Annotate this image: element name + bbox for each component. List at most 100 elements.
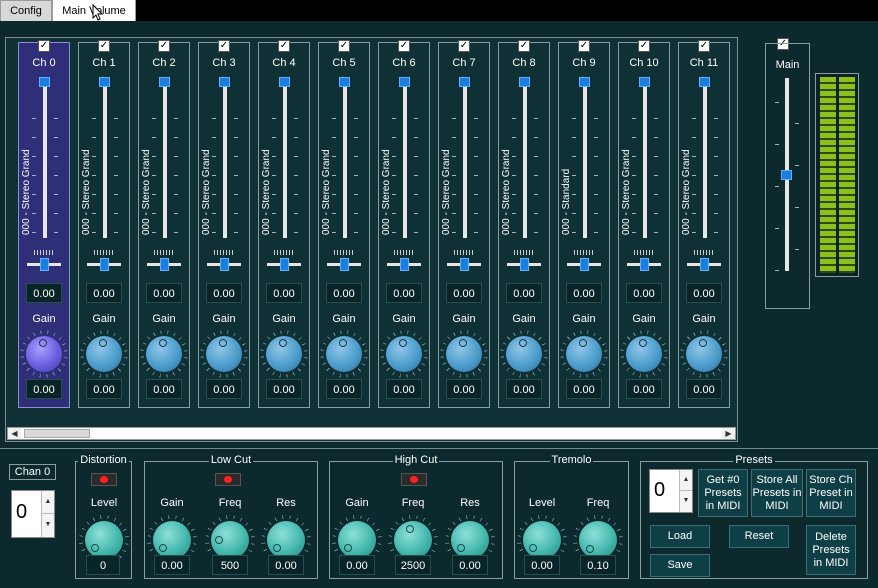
tremolo-freq-knob[interactable]: [579, 521, 617, 559]
volume-slider[interactable]: [519, 77, 530, 87]
pan-slider[interactable]: [40, 258, 49, 271]
volume-tick: [714, 232, 718, 233]
store-all-presets-button[interactable]: Store All Presets in MIDI: [751, 469, 803, 517]
gain-knob[interactable]: [86, 336, 122, 372]
channel-enable-checkbox[interactable]: ✓: [278, 40, 290, 52]
low-cut-led-icon[interactable]: [215, 473, 241, 486]
spin-up-icon[interactable]: ▲: [41, 491, 54, 514]
pan-slider[interactable]: [580, 258, 589, 271]
channel-label: Ch 6: [392, 57, 416, 69]
low-cut-freq-knob[interactable]: [211, 521, 249, 559]
volume-tick: [114, 232, 118, 233]
gain-knob[interactable]: [326, 336, 362, 372]
volume-track: [343, 84, 347, 238]
scrollbar-thumb[interactable]: [24, 429, 90, 438]
pan-slider[interactable]: [340, 258, 349, 271]
distortion-led-icon[interactable]: [91, 473, 117, 486]
channel-enable-checkbox[interactable]: ✓: [158, 40, 170, 52]
volume-tick: [174, 194, 178, 195]
tremolo-level-knob[interactable]: [523, 521, 561, 559]
volume-tick: [354, 232, 358, 233]
volume-slider[interactable]: [99, 77, 110, 87]
scroll-left-icon[interactable]: ◀: [8, 428, 21, 439]
channel-enable-checkbox[interactable]: ✓: [638, 40, 650, 52]
gain-knob[interactable]: [386, 336, 422, 372]
pan-slider[interactable]: [100, 258, 109, 271]
channel-enable-checkbox[interactable]: ✓: [398, 40, 410, 52]
gain-knob[interactable]: [506, 336, 542, 372]
volume-tick: [474, 232, 478, 233]
volume-slider[interactable]: [159, 77, 170, 87]
channel-enable-checkbox[interactable]: ✓: [458, 40, 470, 52]
volume-slider[interactable]: [459, 77, 470, 87]
volume-tick: [294, 232, 298, 233]
gain-knob[interactable]: [26, 336, 62, 372]
chan-spinner[interactable]: 0 ▲ ▼: [11, 490, 55, 538]
high-cut-freq-knob[interactable]: [394, 521, 432, 559]
gain-knob[interactable]: [206, 336, 242, 372]
volume-slider[interactable]: [279, 77, 290, 87]
volume-slider[interactable]: [639, 77, 650, 87]
pan-slider[interactable]: [520, 258, 529, 271]
volume-tick: [474, 213, 478, 214]
volume-track: [703, 84, 707, 238]
channel-enable-checkbox[interactable]: ✓: [578, 40, 590, 52]
gain-knob[interactable]: [266, 336, 302, 372]
volume-track: [403, 84, 407, 238]
gain-knob[interactable]: [626, 336, 662, 372]
channel-scrollbar[interactable]: ◀ ▶: [7, 427, 736, 440]
pan-slider[interactable]: [160, 258, 169, 271]
gain-knob[interactable]: [446, 336, 482, 372]
pan-slider[interactable]: [400, 258, 409, 271]
volume-slider[interactable]: [219, 77, 230, 87]
volume-tick: [234, 156, 238, 157]
high-cut-res-label: Res: [460, 497, 480, 509]
main-volume-slider[interactable]: [781, 169, 792, 180]
gain-knob[interactable]: [566, 336, 602, 372]
spin-down-icon[interactable]: ▼: [41, 514, 54, 537]
pan-slider[interactable]: [280, 258, 289, 271]
channel-enable-checkbox[interactable]: ✓: [98, 40, 110, 52]
high-cut-led-icon[interactable]: [401, 473, 427, 486]
channel-enable-checkbox[interactable]: ✓: [338, 40, 350, 52]
volume-slider[interactable]: [579, 77, 590, 87]
gain-value: 0.00: [206, 379, 242, 399]
pan-slider[interactable]: [220, 258, 229, 271]
volume-tick: [54, 175, 58, 176]
channel-enable-checkbox[interactable]: ✓: [518, 40, 530, 52]
volume-tick: [474, 118, 478, 119]
scroll-right-icon[interactable]: ▶: [722, 428, 735, 439]
delete-presets-button[interactable]: Delete Presets in MIDI: [806, 525, 856, 575]
load-button[interactable]: Load: [650, 525, 710, 548]
spin-down-icon[interactable]: ▼: [679, 491, 692, 512]
channel-enable-checkbox[interactable]: ✓: [218, 40, 230, 52]
volume-slider[interactable]: [39, 77, 50, 87]
volume-slider[interactable]: [339, 77, 350, 87]
channel-enable-checkbox[interactable]: ✓: [698, 40, 710, 52]
spin-up-icon[interactable]: ▲: [679, 470, 692, 491]
pan-ticks-icon: [214, 250, 234, 255]
gain-knob[interactable]: [686, 336, 722, 372]
low-cut-gain-knob[interactable]: [153, 521, 191, 559]
save-button[interactable]: Save: [650, 554, 710, 577]
gain-value: 0.00: [266, 379, 302, 399]
store-ch-preset-button[interactable]: Store Ch Preset in MIDI: [806, 469, 856, 517]
pan-slider[interactable]: [640, 258, 649, 271]
high-cut-gain-knob[interactable]: [338, 521, 376, 559]
pan-slider[interactable]: [700, 258, 709, 271]
high-cut-res-knob[interactable]: [451, 521, 489, 559]
channel-enable-checkbox[interactable]: ✓: [38, 40, 50, 52]
distortion-level-knob[interactable]: [85, 521, 123, 559]
reset-button[interactable]: Reset: [729, 525, 789, 548]
volume-tick: [714, 137, 718, 138]
pan-value: 0.00: [686, 283, 722, 303]
volume-slider[interactable]: [699, 77, 710, 87]
preset-number-spinner[interactable]: 0 ▲ ▼: [649, 469, 693, 513]
low-cut-res-knob[interactable]: [267, 521, 305, 559]
pan-value: 0.00: [266, 283, 302, 303]
gain-knob[interactable]: [146, 336, 182, 372]
volume-slider[interactable]: [399, 77, 410, 87]
tab-config[interactable]: Config: [0, 0, 52, 21]
pan-slider[interactable]: [460, 258, 469, 271]
get-presets-button[interactable]: Get #0 Presets in MIDI: [698, 469, 748, 517]
